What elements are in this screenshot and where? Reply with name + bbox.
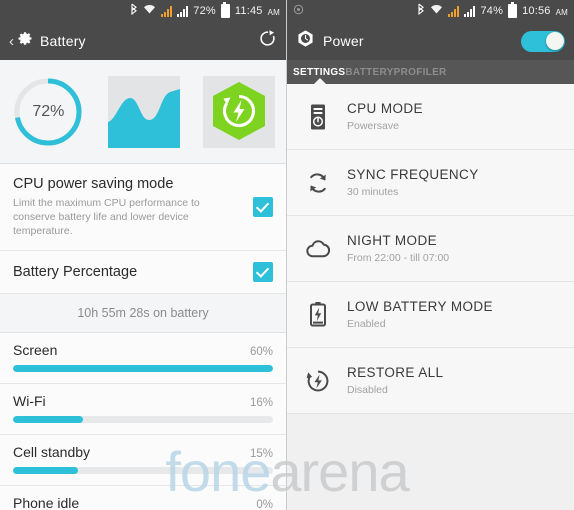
battery-usage-list: Screen 60% Wi-Fi 16% Cell standby 15% Ph… xyxy=(0,332,286,510)
sync-refresh-icon xyxy=(301,170,335,196)
row-subtitle: Limit the maximum CPU performance to con… xyxy=(13,197,200,238)
setting-title: NIGHT MODE xyxy=(347,233,438,248)
usage-value: 15% xyxy=(249,447,273,460)
wifi-icon xyxy=(143,2,156,20)
active-tab-caret xyxy=(313,78,327,85)
usage-track xyxy=(13,466,273,474)
status-meridiem: AM xyxy=(267,7,280,17)
tab-profiler[interactable]: PROFILER xyxy=(394,67,447,78)
usage-track xyxy=(13,415,273,423)
status-battery-percent: 74% xyxy=(480,5,504,17)
battery-summary-cards: 72% xyxy=(0,60,286,164)
usage-row-cell-standby[interactable]: Cell standby 15% xyxy=(0,434,286,486)
status-battery-percent: 72% xyxy=(193,5,216,17)
usage-value: 0% xyxy=(256,498,273,510)
signal-bars-orange-icon xyxy=(448,5,460,17)
setting-title: RESTORE ALL xyxy=(347,365,444,380)
setting-value: Disabled xyxy=(347,384,388,396)
setting-row-cpu-mode[interactable]: CPU MODE Powersave xyxy=(287,84,574,150)
battery-icon xyxy=(220,2,230,18)
setting-row-low-battery-mode[interactable]: LOW BATTERY MODE Enabled xyxy=(287,282,574,348)
usage-row-wifi[interactable]: Wi-Fi 16% xyxy=(0,383,286,435)
row-battery-percentage[interactable]: Battery Percentage xyxy=(0,250,286,294)
list-empty-space xyxy=(287,414,574,510)
usage-value: 60% xyxy=(249,345,273,358)
status-time: 11:45 xyxy=(234,5,263,17)
battery-history-chart[interactable] xyxy=(107,75,180,148)
tab-bar: SETTINGS BATTERY PROFILER xyxy=(287,60,574,85)
night-cloud-icon xyxy=(301,238,335,260)
bluetooth-icon xyxy=(130,2,138,20)
usage-name: Wi-Fi xyxy=(13,392,46,409)
back-icon[interactable]: ‹ xyxy=(9,34,14,49)
page-title: Battery xyxy=(40,33,86,49)
setting-title: SYNC FREQUENCY xyxy=(347,167,479,182)
tab-settings[interactable]: SETTINGS xyxy=(293,67,345,78)
setting-title: CPU MODE xyxy=(347,101,423,116)
setting-row-night-mode[interactable]: NIGHT MODE From 22:00 - till 07:00 xyxy=(287,216,574,282)
power-settings-list: CPU MODE Powersave SYNC FREQUENCY 30 min… xyxy=(287,84,574,510)
bluetooth-icon xyxy=(417,2,425,20)
power-toggle-switch[interactable] xyxy=(521,30,565,52)
wifi-icon xyxy=(430,2,443,20)
signal-bars-icon xyxy=(464,5,476,17)
power-saver-badge[interactable] xyxy=(202,75,275,148)
on-battery-duration: 10h 55m 28s on battery xyxy=(0,293,286,333)
usage-name: Screen xyxy=(13,341,58,358)
battery-icon xyxy=(508,2,518,18)
app-notification-icon xyxy=(293,2,304,20)
restore-bolt-icon xyxy=(301,368,335,394)
left-screen-battery-settings: 72% 11:45 AM ‹ Battery 72% CPU power sav… xyxy=(0,0,287,510)
battery-options-list: CPU power saving mode Limit the maximum … xyxy=(0,164,286,294)
setting-row-restore-all[interactable]: RESTORE ALL Disabled xyxy=(287,348,574,414)
battery-level-ring: 72% xyxy=(11,75,85,149)
signal-bars-icon xyxy=(177,5,189,17)
gear-icon xyxy=(18,31,33,51)
tab-battery[interactable]: BATTERY xyxy=(345,67,393,78)
right-status-bar: 74% 10:56 AM xyxy=(287,0,574,22)
setting-value: 30 minutes xyxy=(347,186,399,198)
cpu-tower-icon xyxy=(301,103,335,131)
dual-screenshot-panel: 72% 11:45 AM ‹ Battery 72% CPU power sav… xyxy=(0,0,574,510)
checkbox-cpu-power-saving-mode[interactable] xyxy=(253,196,273,217)
setting-value: Enabled xyxy=(347,318,386,330)
setting-title: LOW BATTERY MODE xyxy=(347,299,493,314)
refresh-icon[interactable] xyxy=(258,29,277,53)
status-meridiem: AM xyxy=(555,7,568,17)
setting-value: From 22:00 - till 07:00 xyxy=(347,252,450,264)
usage-row-phone-idle[interactable]: Phone idle 0% xyxy=(0,485,286,510)
setting-value: Powersave xyxy=(347,120,399,132)
left-app-bar: ‹ Battery xyxy=(0,22,286,60)
power-hexagon-icon xyxy=(296,29,315,53)
checkbox-battery-percentage[interactable] xyxy=(253,261,273,282)
usage-name: Phone idle xyxy=(13,494,80,510)
row-title: Battery Percentage xyxy=(13,263,138,280)
setting-row-sync-frequency[interactable]: SYNC FREQUENCY 30 minutes xyxy=(287,150,574,216)
signal-bars-orange-icon xyxy=(161,5,173,17)
battery-ring-percent: 72% xyxy=(32,102,65,120)
usage-row-screen[interactable]: Screen 60% xyxy=(0,332,286,384)
low-battery-icon xyxy=(301,301,335,329)
usage-value: 16% xyxy=(249,396,273,409)
row-cpu-power-saving-mode[interactable]: CPU power saving mode Limit the maximum … xyxy=(0,164,286,251)
status-time: 10:56 xyxy=(522,5,551,17)
right-app-bar: Power xyxy=(287,22,574,60)
usage-track xyxy=(13,364,273,372)
right-screen-power-app: 74% 10:56 AM Power SETTINGS BATTERY PROF… xyxy=(287,0,574,510)
left-status-bar: 72% 11:45 AM xyxy=(0,0,286,22)
page-title: Power xyxy=(323,33,364,49)
row-title: CPU power saving mode xyxy=(13,176,174,192)
usage-name: Cell standby xyxy=(13,443,91,460)
